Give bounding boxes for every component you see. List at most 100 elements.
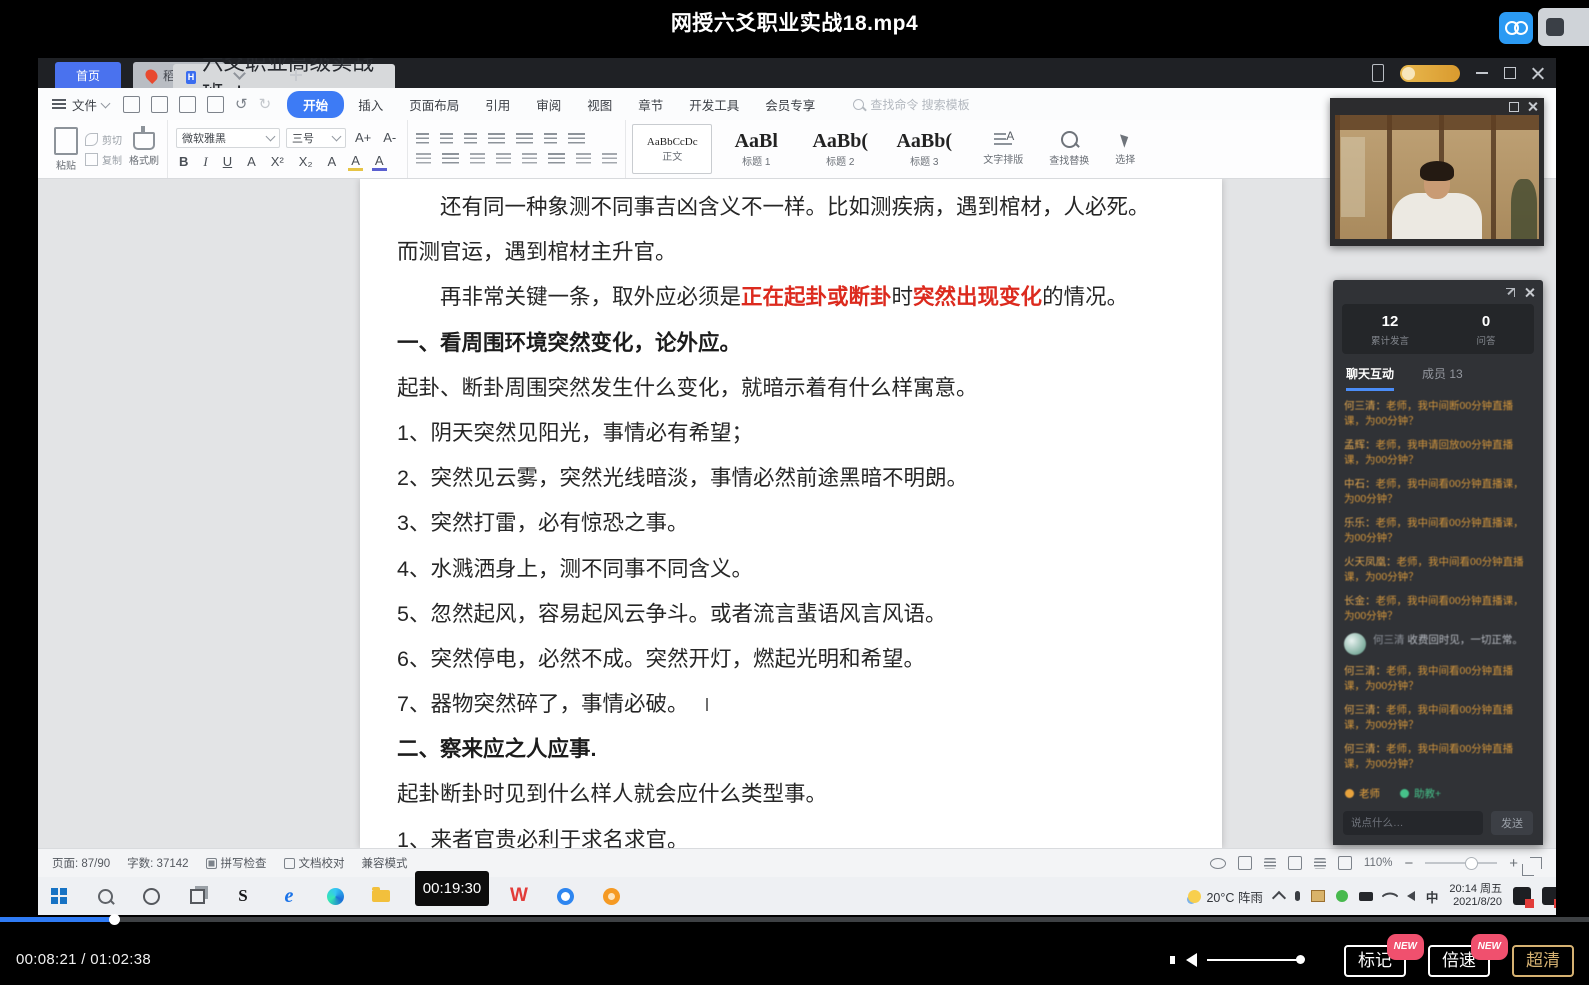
popout-icon[interactable] <box>1506 288 1515 297</box>
export-icon[interactable] <box>207 96 224 113</box>
menu-tab-0[interactable]: 开始 <box>287 91 344 118</box>
document-page[interactable]: 还有同一种象测不同事吉凶含义不一样。比如测疾病，遇到棺材，人必死。而测官运，遇到… <box>360 179 1222 848</box>
font-name-select[interactable]: 微软雅黑 <box>176 128 280 148</box>
close-icon[interactable] <box>1525 288 1534 297</box>
tray-app-icon[interactable] <box>1336 890 1348 902</box>
format-painter-button[interactable]: 格式刷 <box>129 132 159 167</box>
outdent-icon[interactable] <box>464 133 477 145</box>
webcam-popup[interactable] <box>1330 98 1544 246</box>
microphone-icon[interactable] <box>1295 891 1300 901</box>
justify-icon[interactable] <box>496 153 511 165</box>
align-right-icon[interactable] <box>470 153 485 165</box>
menu-tab-7[interactable]: 开发工具 <box>677 92 751 117</box>
zoom-slider-knob[interactable] <box>1465 857 1478 870</box>
menu-tab-6[interactable]: 章节 <box>626 92 675 117</box>
taskbar-wps-icon[interactable]: W <box>508 885 530 907</box>
taskbar-ie-icon[interactable]: e <box>278 885 300 907</box>
zoom-slider[interactable] <box>1425 862 1497 864</box>
read-mode-icon[interactable] <box>1314 858 1326 869</box>
wifi-icon[interactable] <box>1381 888 1398 905</box>
redo-icon[interactable]: ↻ <box>259 97 272 112</box>
close-button[interactable] <box>1532 67 1544 79</box>
font-size-select[interactable]: 三号 <box>286 128 346 148</box>
style-card-1[interactable]: AaBl标题 1 <box>716 124 796 174</box>
taskbar-start-icon[interactable] <box>48 885 70 907</box>
new-tab-button[interactable] <box>290 69 302 81</box>
drag-hint-panel[interactable] <box>1538 8 1589 46</box>
zoom-in-button[interactable]: + <box>1509 855 1518 872</box>
align-center-icon[interactable] <box>442 153 459 165</box>
taskbar-folder-icon[interactable] <box>370 885 392 907</box>
seek-bar-knob[interactable] <box>109 914 120 925</box>
mark-icon[interactable] <box>568 133 585 145</box>
font-tool-5[interactable]: X₂ <box>296 154 316 169</box>
volume-icon[interactable] <box>1407 891 1415 901</box>
tab-document[interactable]: H 六爻职业高级实战班.doc <box>173 64 395 90</box>
font-tool-1[interactable]: I <box>200 154 210 170</box>
undo-icon[interactable]: ↺ <box>235 97 248 112</box>
volume-slider[interactable] <box>1207 959 1300 962</box>
minimize-button[interactable] <box>1476 72 1488 74</box>
player-button-0[interactable]: 标记NEW <box>1344 945 1406 977</box>
line-spacing-icon[interactable] <box>548 153 565 165</box>
preview-icon[interactable] <box>151 96 168 113</box>
font-tool-3[interactable]: A <box>244 154 259 169</box>
print-layout-icon[interactable] <box>1238 856 1252 870</box>
distribute-icon[interactable] <box>522 153 537 165</box>
cut-button[interactable]: 剪切 <box>85 132 122 147</box>
zoom-out-button[interactable]: − <box>1404 855 1413 872</box>
maximize-button[interactable] <box>1504 67 1516 79</box>
typeset-button[interactable]: 文字排版 <box>970 133 1036 166</box>
send-button[interactable]: 发送 <box>1491 811 1533 835</box>
copy-button[interactable]: 复制 <box>85 152 122 167</box>
style-card-0[interactable]: AaBbCcDc正文 <box>632 124 712 174</box>
numbering-icon[interactable] <box>440 133 453 145</box>
zoom-level-value[interactable]: 110% <box>1364 857 1393 869</box>
volume-knob[interactable] <box>1296 955 1305 964</box>
edit-mode-icon[interactable] <box>1338 856 1352 870</box>
borders-icon[interactable] <box>602 153 617 165</box>
save-icon[interactable] <box>123 96 140 113</box>
font-tool-8[interactable]: A <box>372 153 387 171</box>
command-search[interactable]: 查找命令 搜索模板 <box>853 96 969 113</box>
taskbar-apps-icon[interactable]: S <box>232 885 254 907</box>
direction-icon[interactable] <box>544 133 557 145</box>
font-tool-7[interactable]: A <box>348 153 363 171</box>
menu-tab-1[interactable]: 插入 <box>346 92 395 117</box>
shading-icon[interactable] <box>576 153 591 165</box>
taskbar-clock[interactable]: 20:14 周五 2021/8/20 <box>1449 883 1502 909</box>
weather-widget[interactable]: 20°C 阵雨 <box>1188 887 1262 906</box>
web-layout-icon[interactable] <box>1288 856 1302 870</box>
menu-tab-3[interactable]: 引用 <box>473 92 522 117</box>
outline-view-icon[interactable] <box>1264 858 1276 869</box>
font-tool-0[interactable]: B <box>176 154 191 169</box>
status-item-2[interactable]: 拼写检查 <box>206 855 267 871</box>
ime-indicator[interactable]: 中 <box>1426 887 1439 906</box>
screenshot-tool-icon[interactable] <box>1311 890 1325 902</box>
status-item-3[interactable]: 文档校对 <box>284 855 345 871</box>
taskbar-orange-icon[interactable] <box>600 885 622 907</box>
paste-button[interactable]: 粘贴 <box>54 127 78 172</box>
bullets-icon[interactable] <box>416 133 429 145</box>
fullscreen-icon[interactable] <box>1530 857 1542 869</box>
speaker-icon[interactable] <box>1186 953 1197 967</box>
chat-message-list[interactable]: 何三清：老师，我中间断00分钟直播课，为00分钟？孟辉：老师，我申请回放00分钟… <box>1333 391 1543 781</box>
tray-expand-icon[interactable] <box>1272 890 1286 904</box>
increase-font-button[interactable]: A+ <box>352 130 374 145</box>
player-button-1[interactable]: 倍速NEW <box>1428 945 1490 977</box>
taskbar-edge-icon[interactable] <box>324 885 346 907</box>
close-icon[interactable] <box>1528 102 1537 111</box>
status-item-4[interactable]: 兼容模式 <box>362 855 408 871</box>
font-tool-4[interactable]: X² <box>268 154 287 169</box>
taskbar-cortana-icon[interactable] <box>140 885 162 907</box>
chat-tab-1[interactable]: 成员 13 <box>1422 365 1463 391</box>
notification-badge-icon-2[interactable] <box>1542 887 1556 905</box>
select-button[interactable]: 选择 <box>1102 133 1148 166</box>
mobile-sync-icon[interactable] <box>1372 64 1384 82</box>
taskbar-search-icon[interactable] <box>94 885 116 907</box>
notification-badge-icon[interactable] <box>1513 887 1531 905</box>
sort-icon[interactable] <box>516 133 533 145</box>
indent-icon[interactable] <box>488 133 505 145</box>
style-card-3[interactable]: AaBb(标题 3 <box>884 124 964 174</box>
print-icon[interactable] <box>179 96 196 113</box>
